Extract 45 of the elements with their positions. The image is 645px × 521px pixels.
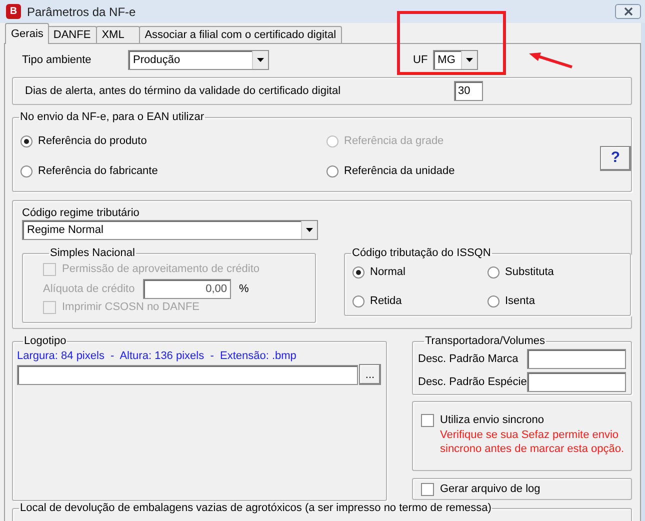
close-icon — [624, 7, 632, 16]
radio-button[interactable]: Referência do produto — [20, 134, 147, 149]
tab[interactable]: Gerais — [5, 23, 50, 44]
radio-button[interactable]: Retida — [352, 294, 402, 309]
tab[interactable]: Associar a filial com o certificado digital — [138, 26, 342, 44]
radio-button[interactable]: Referência da unidade — [326, 164, 455, 179]
app-icon: B — [6, 4, 21, 19]
caret-icon — [256, 57, 265, 63]
hint-text: Largura: 84 pixels - Altura: 136 pixels - Extensão: .bmp — [17, 349, 298, 364]
group-label: Transportadora/Volumes — [424, 334, 546, 348]
group-label: Local de devolução de embalagens vazias de agrotóxicos (a ser impresso no termo de remessa) — [19, 501, 492, 515]
warning-text: Verifique se sua Sefaz permite envio sincrono antes de marcar esta opção. — [440, 428, 626, 456]
close-button[interactable] — [615, 4, 641, 19]
unit-label: % — [239, 282, 249, 297]
dropdown[interactable]: MG — [432, 50, 478, 70]
field-label: Desc. Padrão Espécie — [418, 374, 527, 390]
field-label: Código regime tributário — [22, 206, 140, 220]
field-label: Desc. Padrão Marca — [418, 352, 518, 367]
checkbox[interactable]: Gerar arquivo de log — [421, 480, 540, 498]
caret-icon — [305, 227, 314, 233]
group-label: No envio da NF-e, para o EAN utilizar — [19, 110, 206, 124]
input-field[interactable] — [527, 372, 626, 392]
window-title: Parâmetros da NF-e — [27, 4, 136, 20]
caret-icon — [464, 57, 474, 63]
field-label: Tipo ambiente — [22, 52, 92, 68]
input-field[interactable]: 30 — [454, 81, 483, 101]
group-label: Simples Nacional — [49, 246, 136, 260]
dropdown[interactable]: Regime Normal — [22, 220, 318, 240]
radio-button[interactable]: Normal — [352, 265, 406, 280]
input-field[interactable] — [17, 364, 358, 384]
help-button[interactable]: ? — [600, 146, 631, 171]
radio-button[interactable]: Referência do fabricante — [20, 164, 158, 179]
group-label: Código tributação do ISSQN — [351, 246, 492, 260]
dropdown[interactable]: Produção — [128, 50, 269, 70]
arrow-icon — [528, 52, 574, 69]
input-field[interactable] — [527, 349, 626, 369]
browse-button[interactable]: ... — [359, 364, 381, 385]
radio-button[interactable]: Substituta — [487, 265, 554, 280]
field-label: UF — [413, 52, 428, 68]
radio-button[interactable]: Isenta — [487, 294, 535, 309]
field-label: Alíquota de crédito — [43, 282, 136, 297]
group-label: Logotipo — [23, 334, 68, 348]
field-label: Dias de alerta, antes do término da validade do certificado digital — [25, 84, 342, 99]
tab[interactable]: XML — [96, 26, 140, 44]
checkbox[interactable]: Utiliza envio sincrono — [421, 413, 631, 428]
